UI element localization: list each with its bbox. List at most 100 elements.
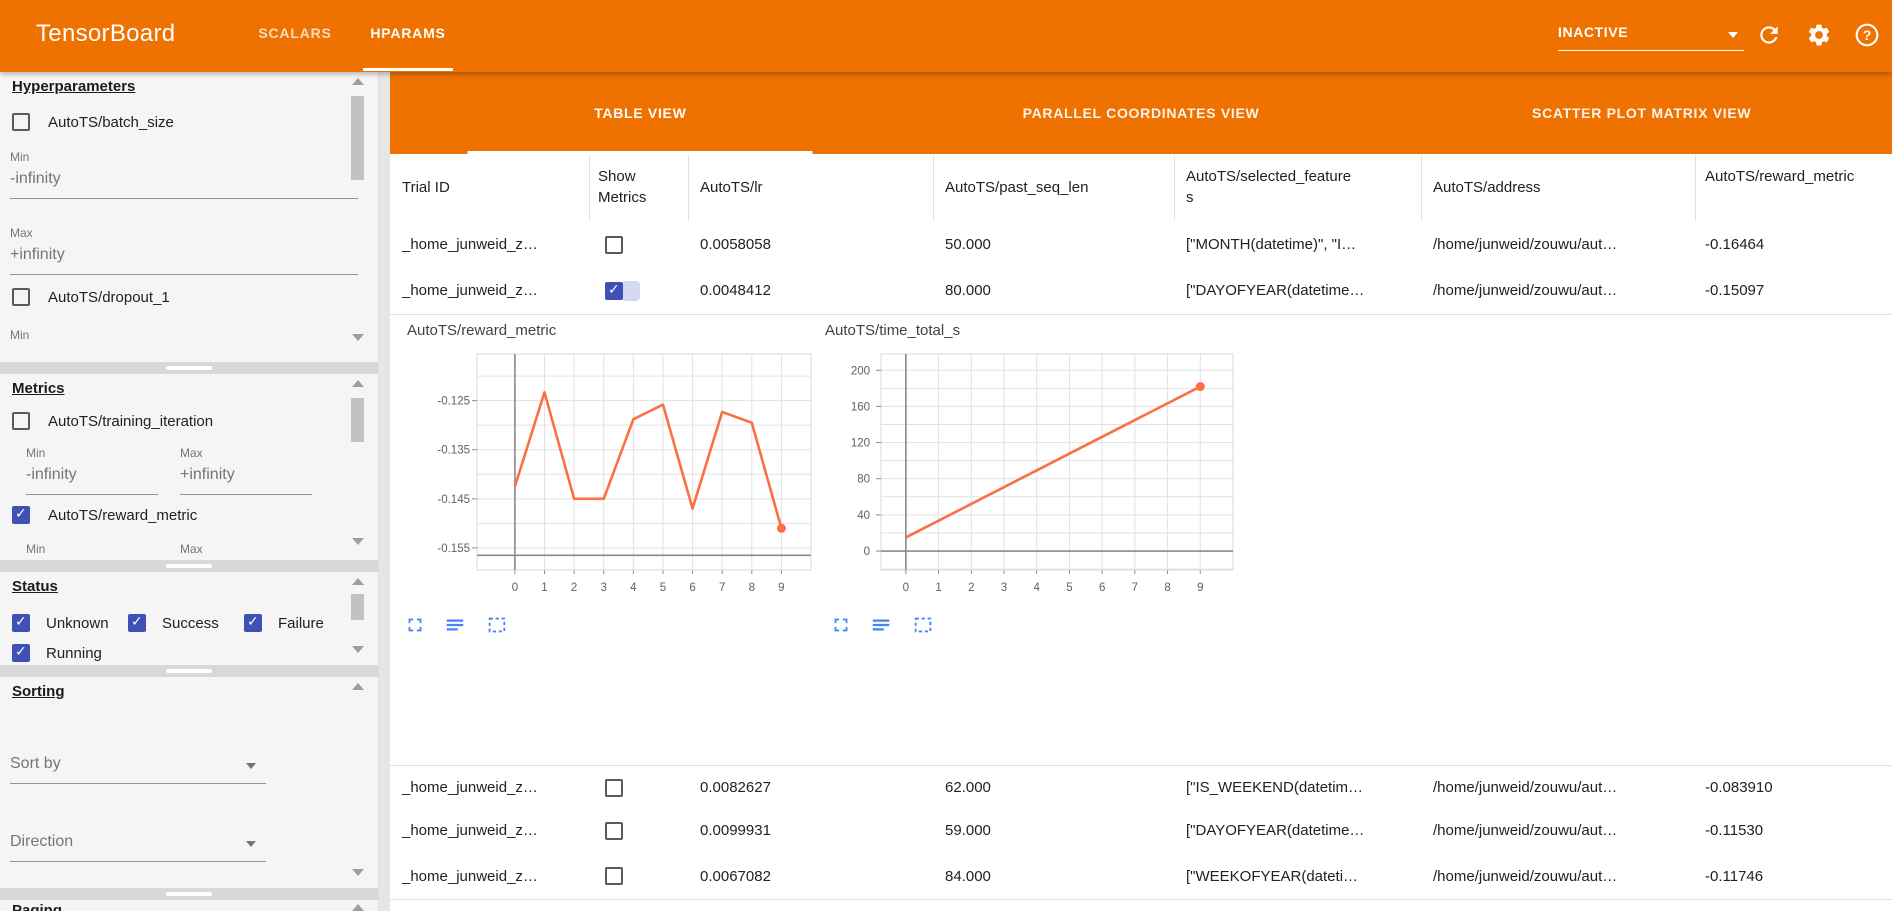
selected-features-cell: ["MONTH(datetime)", "I… bbox=[1186, 222, 1356, 268]
min-input[interactable]: -infinity bbox=[26, 466, 77, 484]
address-cell: /home/junweid/zouwu/aut… bbox=[1433, 222, 1617, 268]
refresh-icon[interactable] bbox=[1756, 22, 1782, 48]
dropdown-arrow-icon[interactable] bbox=[246, 763, 256, 769]
checkbox-ripple bbox=[623, 281, 640, 301]
col-trial-id[interactable]: Trial ID bbox=[402, 177, 450, 198]
expand-chart-icon[interactable] bbox=[404, 614, 426, 636]
batch-size-label: AutoTS/batch_size bbox=[48, 114, 174, 131]
table-row[interactable]: _home_junweid_z… 0.0067082 84.000 ["WEEK… bbox=[390, 854, 1892, 900]
svg-text:5: 5 bbox=[660, 582, 666, 594]
table-row[interactable]: _home_junweid_z… 0.0099931 59.000 ["DAYO… bbox=[390, 808, 1892, 855]
tab-scatter-plot-matrix-view[interactable]: SCATTER PLOT MATRIX VIEW bbox=[1391, 72, 1892, 154]
show-metrics-checkbox[interactable] bbox=[605, 822, 623, 840]
col-autots-lr[interactable]: AutoTS/lr bbox=[700, 177, 763, 198]
scrollbar-thumb[interactable] bbox=[351, 398, 364, 442]
scroll-down-arrow[interactable] bbox=[352, 869, 364, 876]
selected-features-cell: ["WEEKOFYEAR(dateti… bbox=[1186, 854, 1358, 899]
divider-handle bbox=[166, 892, 212, 896]
reward-metric-checkbox[interactable] bbox=[12, 506, 30, 524]
run-status-dropdown[interactable]: INACTIVE bbox=[1558, 24, 1744, 51]
svg-text:3: 3 bbox=[601, 582, 607, 594]
lr-cell: 0.0048412 bbox=[700, 268, 771, 314]
view-data-list-icon[interactable] bbox=[870, 614, 892, 636]
section-resize-divider[interactable] bbox=[0, 362, 378, 374]
reward-metric-cell: -0.15097 bbox=[1705, 268, 1764, 314]
sidebar: Hyperparameters AutoTS/batch_size Min -i… bbox=[0, 72, 378, 911]
tab-hparams[interactable]: HPARAMS bbox=[360, 25, 456, 41]
svg-text:3: 3 bbox=[1001, 582, 1007, 594]
table-row[interactable]: _home_junweid_z… 0.0058058 50.000 ["MONT… bbox=[390, 222, 1892, 269]
direction-select[interactable]: Direction bbox=[10, 833, 73, 851]
svg-text:8: 8 bbox=[1164, 582, 1170, 594]
batch-size-checkbox[interactable] bbox=[12, 113, 30, 131]
scroll-up-arrow[interactable] bbox=[352, 578, 364, 585]
svg-text:-0.145: -0.145 bbox=[437, 494, 470, 506]
view-data-list-icon[interactable] bbox=[444, 614, 466, 636]
svg-text:?: ? bbox=[1863, 27, 1872, 43]
section-resize-divider[interactable] bbox=[0, 888, 378, 900]
scroll-down-arrow[interactable] bbox=[352, 538, 364, 545]
reward-metric-cell: -0.16464 bbox=[1705, 222, 1764, 268]
show-metrics-checkbox[interactable] bbox=[605, 867, 623, 885]
tab-table-view[interactable]: TABLE VIEW bbox=[390, 72, 891, 154]
dropout-label: AutoTS/dropout_1 bbox=[48, 289, 170, 306]
svg-text:40: 40 bbox=[857, 510, 870, 522]
show-metrics-checkbox[interactable] bbox=[605, 236, 623, 254]
table-row[interactable]: _home_junweid_z… 0.0082627 62.000 ["IS_W… bbox=[390, 765, 1892, 810]
run-status-value: INACTIVE bbox=[1558, 24, 1628, 40]
tab-parallel-coordinates-view[interactable]: PARALLEL COORDINATES VIEW bbox=[891, 72, 1392, 154]
min-label: Min bbox=[26, 446, 45, 460]
tab-scatter-plot-matrix-label: SCATTER PLOT MATRIX VIEW bbox=[1532, 105, 1751, 121]
column-divider bbox=[589, 156, 590, 220]
address-cell: /home/junweid/zouwu/aut… bbox=[1433, 854, 1617, 899]
min-input[interactable]: -infinity bbox=[10, 170, 61, 188]
divider-handle bbox=[166, 366, 212, 370]
dropdown-arrow-icon[interactable] bbox=[246, 841, 256, 847]
sort-by-select[interactable]: Sort by bbox=[10, 755, 61, 773]
table-header: Trial ID Show Metrics AutoTS/lr AutoTS/p… bbox=[390, 154, 1892, 223]
scroll-down-arrow[interactable] bbox=[352, 646, 364, 653]
table-row[interactable]: _home_junweid_z… 0.0048412 80.000 ["DAYO… bbox=[390, 268, 1892, 315]
col-selected-features[interactable]: AutoTS/selected_features bbox=[1186, 166, 1358, 208]
svg-text:0: 0 bbox=[864, 546, 870, 558]
tab-parallel-coordinates-label: PARALLEL COORDINATES VIEW bbox=[1023, 105, 1260, 121]
svg-text:1: 1 bbox=[541, 582, 547, 594]
section-resize-divider[interactable] bbox=[0, 560, 378, 572]
help-icon[interactable]: ? bbox=[1854, 22, 1880, 48]
selected-features-cell: ["IS_WEEKEND(datetim… bbox=[1186, 766, 1363, 809]
divider-handle bbox=[166, 669, 212, 673]
selection-box-icon[interactable] bbox=[486, 614, 508, 636]
tab-scalars[interactable]: SCALARS bbox=[252, 25, 338, 41]
show-metrics-checkbox[interactable] bbox=[605, 282, 623, 300]
col-past-seq-len[interactable]: AutoTS/past_seq_len bbox=[945, 177, 1088, 198]
max-input[interactable]: +infinity bbox=[10, 246, 65, 264]
min-input-underline bbox=[10, 198, 358, 199]
selection-box-icon[interactable] bbox=[912, 614, 934, 636]
status-running-checkbox[interactable] bbox=[12, 644, 30, 662]
scroll-up-arrow[interactable] bbox=[352, 683, 364, 690]
status-failure-checkbox[interactable] bbox=[244, 614, 262, 632]
status-success-checkbox[interactable] bbox=[128, 614, 146, 632]
scrollbar-thumb[interactable] bbox=[351, 594, 364, 620]
expand-chart-icon[interactable] bbox=[830, 614, 852, 636]
scroll-up-arrow[interactable] bbox=[352, 380, 364, 387]
divider-handle bbox=[166, 564, 212, 568]
settings-gear-icon[interactable] bbox=[1806, 22, 1832, 48]
dropout-checkbox[interactable] bbox=[12, 288, 30, 306]
direction-underline bbox=[10, 861, 266, 862]
section-resize-divider[interactable] bbox=[0, 665, 378, 677]
scrollbar-thumb[interactable] bbox=[351, 96, 364, 180]
scroll-down-arrow[interactable] bbox=[352, 334, 364, 341]
section-hyperparameters: Hyperparameters AutoTS/batch_size Min -i… bbox=[0, 72, 378, 362]
training-iteration-checkbox[interactable] bbox=[12, 412, 30, 430]
trial-id-cell: _home_junweid_z… bbox=[402, 854, 538, 899]
col-address[interactable]: AutoTS/address bbox=[1433, 177, 1541, 198]
col-reward-metric[interactable]: AutoTS/reward_metric bbox=[1705, 166, 1857, 187]
scroll-up-arrow[interactable] bbox=[352, 78, 364, 85]
status-unknown-checkbox[interactable] bbox=[12, 614, 30, 632]
max-input[interactable]: +infinity bbox=[180, 466, 235, 484]
scroll-up-arrow[interactable] bbox=[352, 904, 364, 911]
col-show-metrics[interactable]: Show Metrics bbox=[598, 166, 668, 208]
svg-text:6: 6 bbox=[689, 582, 695, 594]
show-metrics-checkbox[interactable] bbox=[605, 779, 623, 797]
